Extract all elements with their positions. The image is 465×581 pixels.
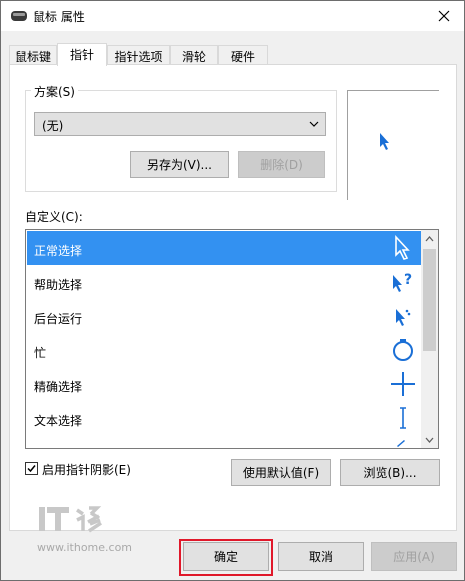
- scheme-label: 方案(S): [31, 83, 78, 100]
- list-item[interactable]: 文本选择: [27, 401, 423, 435]
- pointer-shadow-label: 启用指针阴影(E): [42, 463, 131, 477]
- list-scrollbar[interactable]: [421, 230, 438, 448]
- list-item-label: 忙: [34, 346, 47, 360]
- cursor-preview: [347, 90, 439, 200]
- scheme-selected-value: (无): [42, 119, 64, 133]
- tab-pointer-options[interactable]: 指针选项: [107, 45, 170, 65]
- close-button[interactable]: [430, 4, 458, 28]
- tab-hardware[interactable]: 硬件: [218, 45, 268, 65]
- list-item-label: 帮助选择: [34, 278, 83, 292]
- watermark-url: www.ithome.com: [37, 541, 133, 554]
- list-item-label: 正常选择: [34, 244, 83, 258]
- mouse-app-icon: [11, 11, 27, 21]
- window-title: 鼠标 属性: [33, 10, 85, 24]
- list-item[interactable]: 后台运行: [27, 299, 423, 333]
- ok-button-highlight: [179, 539, 273, 576]
- close-icon: [438, 10, 450, 22]
- list-item[interactable]: 帮助选择 ?: [27, 265, 423, 299]
- tab-buttons[interactable]: 鼠标键: [9, 45, 57, 65]
- cancel-button[interactable]: 取消: [278, 542, 364, 571]
- scroll-thumb[interactable]: [423, 249, 436, 351]
- pen-cursor-icon: [397, 440, 405, 447]
- mouse-properties-window: 鼠标 属性 鼠标键 指针 指针选项 滑轮 硬件 方案(S) (无) 另存为(V)…: [0, 0, 465, 581]
- svg-text:?: ?: [404, 272, 412, 288]
- list-item-label: 后台运行: [34, 312, 83, 326]
- chevron-down-icon: [309, 121, 319, 127]
- pointer-shadow-checkbox[interactable]: [25, 462, 38, 475]
- list-item[interactable]: 精确选择: [27, 367, 423, 401]
- list-item-label: 文本选择: [34, 414, 83, 428]
- chevron-up-icon: [425, 235, 434, 241]
- text-cursor-icon: [400, 407, 406, 429]
- ithome-logo: [39, 506, 102, 533]
- arrow-cursor-icon: [380, 133, 389, 150]
- tab-wheel[interactable]: 滑轮: [170, 45, 218, 65]
- list-item[interactable]: 忙: [27, 333, 423, 367]
- scheme-dropdown[interactable]: (无): [34, 112, 326, 136]
- crosshair-cursor-icon: [391, 372, 415, 396]
- busy-cursor-icon: [393, 339, 413, 361]
- use-default-button[interactable]: 使用默认值(F): [231, 459, 331, 486]
- list-item[interactable]: 正常选择: [27, 231, 423, 265]
- save-as-button[interactable]: 另存为(V)...: [130, 151, 229, 178]
- customize-label: 自定义(C):: [25, 210, 83, 224]
- working-cursor-icon: [396, 309, 411, 326]
- delete-button[interactable]: 删除(D): [238, 151, 325, 178]
- scroll-up-button[interactable]: [421, 230, 438, 247]
- chevron-down-icon: [425, 437, 434, 443]
- list-item-label: 精确选择: [34, 380, 83, 394]
- browse-button[interactable]: 浏览(B)...: [340, 459, 440, 486]
- cursor-list[interactable]: 正常选择 帮助选择 ? 后台运行 忙 精确选择 文本选择: [25, 229, 439, 449]
- title-bar: 鼠标 属性: [1, 1, 464, 31]
- arrow-cursor-icon: [395, 234, 410, 260]
- tab-pointers[interactable]: 指针: [57, 43, 107, 66]
- checkmark-icon: [27, 465, 36, 473]
- scroll-down-button[interactable]: [421, 431, 438, 448]
- help-cursor-icon: ?: [393, 272, 412, 292]
- apply-button[interactable]: 应用(A): [371, 542, 457, 571]
